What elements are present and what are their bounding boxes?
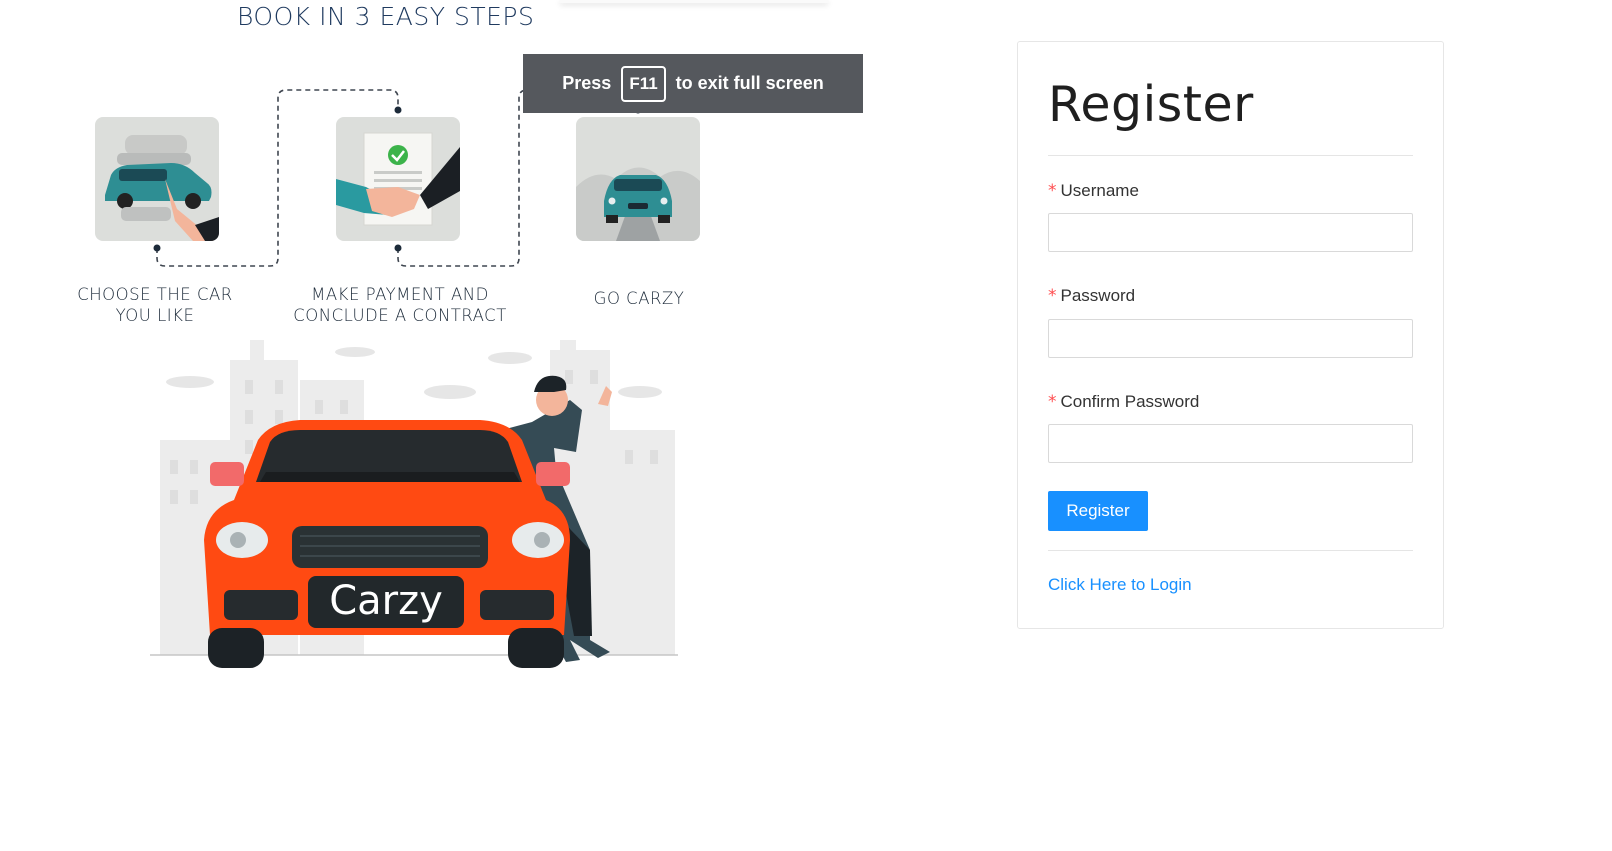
step-go-carzy-image (576, 117, 700, 241)
username-input[interactable] (1048, 213, 1413, 252)
confirm-password-input[interactable] (1048, 424, 1413, 463)
register-panel: Register * Username * Password * Confirm Pa… (1017, 41, 1444, 629)
banner-press-text: Press (562, 73, 612, 93)
required-mark: * (1048, 181, 1057, 201)
plate-text: Carzy (329, 578, 443, 624)
banner-message: to exit full screen (675, 73, 824, 93)
required-mark: * (1048, 286, 1057, 306)
confirm-password-label: * Confirm Password (1048, 392, 1200, 412)
step-label-choose-car: CHOOSE THE CAR YOU LIKE (77, 285, 233, 325)
register-title: Register (1048, 76, 1254, 133)
step-label-go-carzy: GO CARZY (593, 289, 685, 308)
password-label: * Password (1048, 286, 1136, 306)
hero-car-illustration: Carzy (150, 340, 678, 668)
register-button[interactable]: Register (1048, 491, 1148, 531)
fullscreen-exit-banner: Press F11 to exit full screen (523, 54, 863, 113)
required-mark: * (1048, 392, 1057, 412)
step-label-payment: MAKE PAYMENT AND CONCLUDE A CONTRACT (293, 285, 507, 325)
footer-divider (1048, 550, 1413, 551)
username-label: * Username (1048, 181, 1139, 201)
password-input[interactable] (1048, 319, 1413, 358)
login-link[interactable]: Click Here to Login (1048, 575, 1192, 595)
title-divider (1048, 155, 1413, 156)
step-payment-image (336, 117, 460, 241)
f11-key-badge: F11 (621, 65, 666, 102)
step-choose-car-image (95, 117, 219, 241)
